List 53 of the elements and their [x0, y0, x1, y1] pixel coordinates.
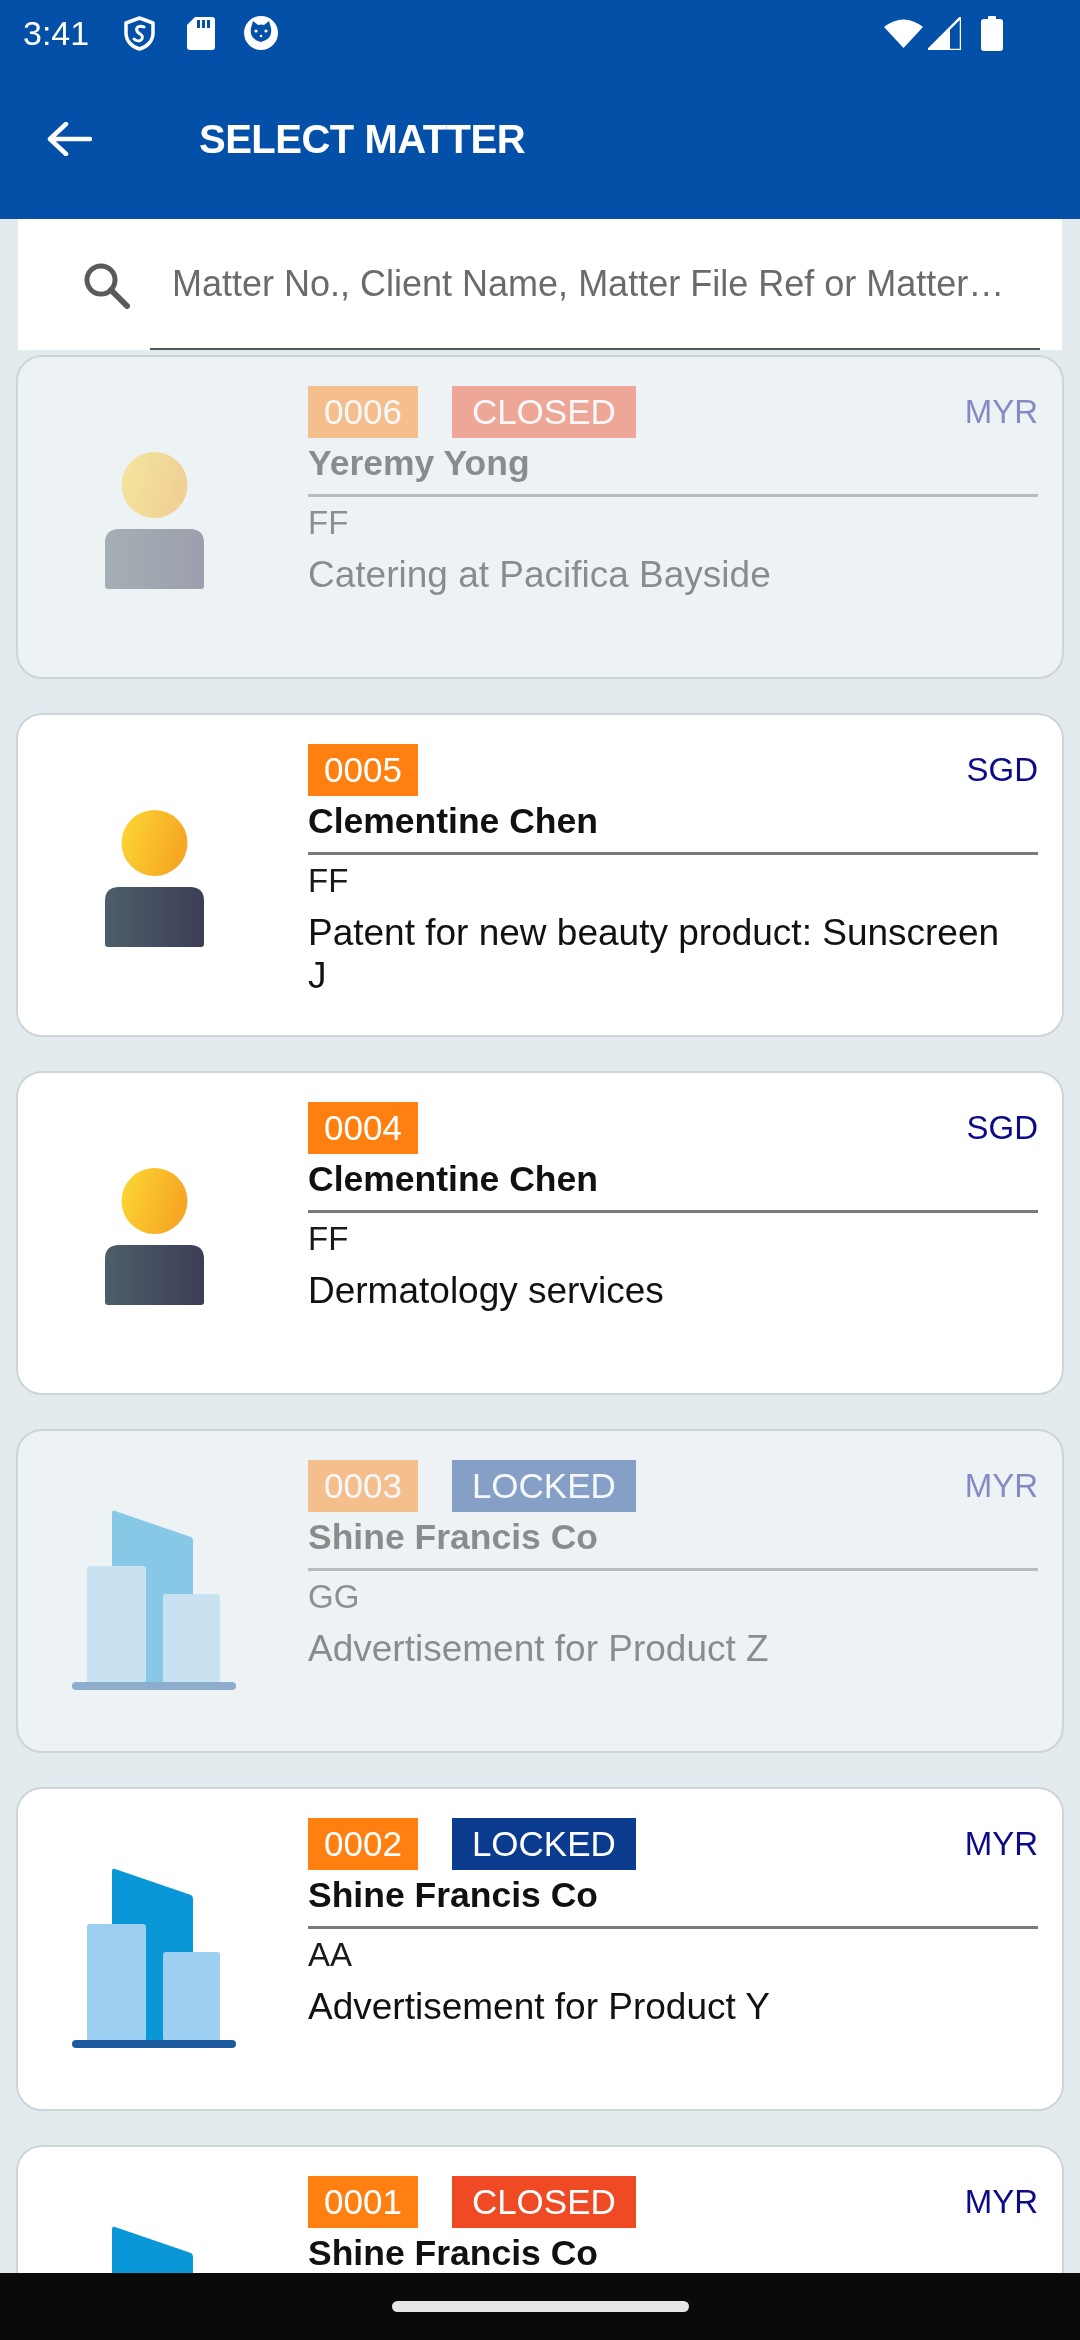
person-icon: [104, 1168, 204, 1305]
currency-label: MYR: [964, 1466, 1038, 1506]
matter-number-badge: 0004: [308, 1102, 418, 1154]
matter-code: FF: [308, 503, 349, 543]
status-badge: CLOSED: [451, 2176, 636, 2228]
currency-label: SGD: [966, 750, 1038, 790]
building-icon: [72, 1510, 236, 1690]
client-name: Yeremy Yong: [308, 445, 530, 481]
building-icon: [72, 1868, 236, 2048]
sd-card-icon: [187, 16, 216, 50]
status-badge: CLOSED: [451, 386, 636, 438]
currency-label: MYR: [964, 2182, 1038, 2222]
currency-label: SGD: [966, 1108, 1038, 1148]
client-name: Shine Francis Co: [308, 1519, 598, 1555]
matter-number-badge: 0005: [308, 744, 418, 796]
matter-description: Advertisement for Product Y: [308, 1985, 771, 2028]
matter-code: AA: [308, 1935, 353, 1975]
matter-code: FF: [308, 861, 349, 901]
matter-card[interactable]: 0005 SGD Clementine Chen FF Patent for new beauty product: Sunscreen J: [16, 713, 1064, 1037]
status-time: 3:41: [23, 13, 90, 53]
back-arrow-icon: [46, 121, 92, 156]
cat-face-icon: [244, 16, 279, 50]
matter-card[interactable]: 0002 LOCKED MYR Shine Francis Co AA Advertisement for Product Y: [16, 1787, 1064, 2111]
person-icon: [104, 810, 204, 947]
status-badge: LOCKED: [451, 1460, 636, 1512]
matter-description: Catering at Pacifica Bayside: [308, 553, 771, 596]
matter-number-badge: 0001: [308, 2176, 418, 2228]
wifi-icon: [884, 18, 923, 48]
currency-label: MYR: [964, 1824, 1038, 1864]
search-field[interactable]: Matter No., Client Name, Matter File Ref or Matter…: [150, 227, 1040, 350]
client-name: Shine Francis Co: [308, 2235, 598, 2271]
matter-card[interactable]: 0004 SGD Clementine Chen FF Dermatology services: [16, 1071, 1064, 1395]
matter-card[interactable]: 0001 CLOSED MYR Shine Francis Co: [16, 2145, 1064, 2273]
matter-code: FF: [308, 1219, 349, 1259]
person-icon: [104, 452, 204, 589]
search-bar[interactable]: Matter No., Client Name, Matter File Ref or Matter…: [18, 219, 1062, 350]
matter-number-badge: 0003: [308, 1460, 418, 1512]
matter-description: Advertisement for Product Z: [308, 1627, 769, 1670]
matter-code: GG: [308, 1577, 360, 1617]
client-name: Clementine Chen: [308, 1161, 598, 1197]
client-name: Clementine Chen: [308, 803, 598, 839]
matter-description: Dermatology services: [308, 1269, 664, 1312]
battery-icon: [981, 15, 1003, 51]
screen-title: SELECT MATTER: [199, 115, 526, 163]
status-badge: LOCKED: [451, 1818, 636, 1870]
signal-icon: [928, 16, 961, 50]
shield-icon: [123, 15, 157, 51]
matter-description: Patent for new beauty product: Sunscreen J: [308, 911, 1001, 997]
home-handle[interactable]: [391, 2301, 689, 2312]
currency-label: MYR: [964, 392, 1038, 432]
matter-number-badge: 0006: [308, 386, 418, 438]
matter-number-badge: 0002: [308, 1818, 418, 1870]
client-name: Shine Francis Co: [308, 1877, 598, 1913]
